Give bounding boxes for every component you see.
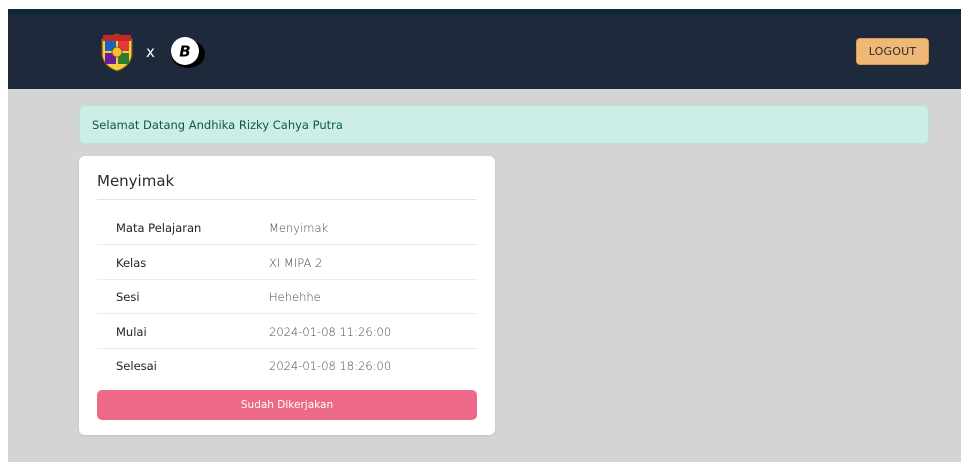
info-value: XI MIPA 2 [269, 255, 323, 270]
card-title: Menyimak [97, 172, 175, 190]
info-value: 2024-01-08 11:26:00 [269, 324, 392, 339]
welcome-alert: Selamat Datang Andhika Rizky Cahya Putra [79, 105, 929, 144]
info-row-mulai: Mulai 2024-01-08 11:26:00 [97, 315, 477, 349]
navbar: x B LOGOUT [8, 9, 961, 89]
info-row-sesi: Sesi Hehehhe [97, 280, 477, 314]
info-label: Mulai [116, 324, 147, 339]
b-logo-icon: B [170, 37, 205, 68]
svg-text:B: B [179, 43, 190, 61]
info-label: Kelas [116, 255, 147, 270]
navbar-top-line [8, 9, 961, 15]
brand-separator: x [146, 42, 155, 61]
page-frame: x B LOGOUT Selamat Datang Andhika Rizky … [8, 9, 961, 462]
info-value: Menyimak [269, 220, 329, 235]
card-divider [97, 199, 477, 200]
info-row-kelas: Kelas XI MIPA 2 [97, 246, 477, 280]
info-value: 2024-01-08 18:26:00 [269, 359, 392, 373]
info-label: Mata Pelajaran [116, 220, 202, 235]
info-label: Sesi [116, 289, 140, 304]
info-row-mata-pelajaran: Mata Pelajaran Menyimak [97, 211, 477, 245]
sudah-dikerjakan-button[interactable]: Sudah Dikerjakan [97, 390, 477, 420]
exam-card: Menyimak Mata Pelajaran Menyimak Kelas X… [79, 156, 495, 435]
logout-button[interactable]: LOGOUT [856, 38, 929, 65]
info-value: Hehehhe [269, 289, 321, 304]
brand[interactable]: x B [100, 32, 207, 72]
school-crest-icon [101, 33, 133, 72]
info-row-selesai: Selesai 2024-01-08 18:26:00 [97, 349, 477, 383]
welcome-message: Selamat Datang Andhika Rizky Cahya Putra [92, 117, 343, 132]
info-label: Selesai [116, 359, 157, 373]
